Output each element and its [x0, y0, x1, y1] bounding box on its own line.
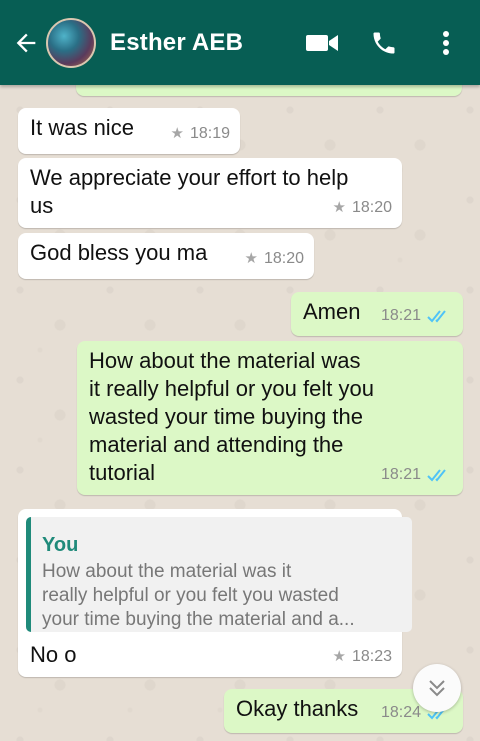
scroll-to-bottom-button[interactable] — [413, 664, 461, 712]
message-text: No o — [30, 642, 77, 667]
quote-author: You — [42, 534, 79, 556]
message-bubble[interactable]: How about the material was it really hel… — [77, 341, 463, 495]
message-text: It was nice — [30, 115, 134, 140]
message-time: 18:20 — [263, 250, 304, 267]
message-text: Amen — [303, 299, 361, 324]
message-text-line: tutorial — [89, 460, 156, 485]
more-options-button[interactable] — [422, 19, 470, 67]
chevron-double-down-icon — [429, 680, 445, 697]
double-check-icon — [427, 469, 446, 482]
quote-text-line: your time buying the material and a... — [42, 609, 355, 630]
message-text: God bless you ma — [30, 240, 208, 265]
message-text-line: it really helpful or you felt you — [89, 376, 374, 401]
video-call-button[interactable] — [298, 19, 346, 67]
more-vertical-icon — [443, 30, 449, 55]
message-time: 18:20 — [351, 199, 392, 216]
message-text-line: We appreciate your effort to help — [30, 165, 349, 190]
message-time: 18:24 — [380, 704, 421, 721]
quote-text-line: How about the material was it — [42, 561, 292, 582]
star-icon: ★ — [244, 250, 258, 267]
avatar[interactable] — [46, 17, 96, 68]
quote-text-line: really helpful or you felt you wasted — [42, 585, 339, 606]
chat-header: Esther AEB — [0, 0, 480, 85]
message-time: 18:23 — [351, 648, 392, 665]
phone-icon — [373, 32, 395, 53]
message-bubble[interactable]: Amen 18:21 — [291, 292, 463, 336]
star-icon: ★ — [332, 199, 346, 216]
message-text-line: material and attending the — [89, 432, 344, 457]
message-time: 18:19 — [189, 125, 230, 142]
back-button[interactable] — [6, 23, 46, 63]
message-bubble[interactable]: God bless you ma ★ 18:20 — [18, 233, 314, 279]
message-time: 18:21 — [380, 466, 421, 483]
star-icon: ★ — [170, 125, 184, 142]
contact-name[interactable]: Esther AEB — [110, 29, 298, 57]
message-text-line: wasted your time buying the — [89, 404, 363, 429]
message-text: Okay thanks — [236, 696, 359, 721]
message-bubble[interactable]: We appreciate your effort to help us ★ 1… — [18, 158, 402, 228]
message-bubble[interactable]: It was nice ★ 18:19 — [18, 108, 240, 154]
voice-call-button[interactable] — [360, 19, 408, 67]
arrow-left-icon — [16, 33, 36, 52]
message-time: 18:21 — [380, 307, 421, 324]
message-text-line: How about the material was — [89, 348, 361, 373]
video-camera-icon — [306, 34, 338, 51]
quote-accent-bar — [26, 517, 31, 632]
quoted-message[interactable]: You How about the material was it really… — [26, 517, 412, 632]
star-icon: ★ — [332, 648, 346, 665]
double-check-icon — [427, 310, 446, 323]
message-bubble-reply[interactable]: You How about the material was it really… — [18, 509, 412, 677]
